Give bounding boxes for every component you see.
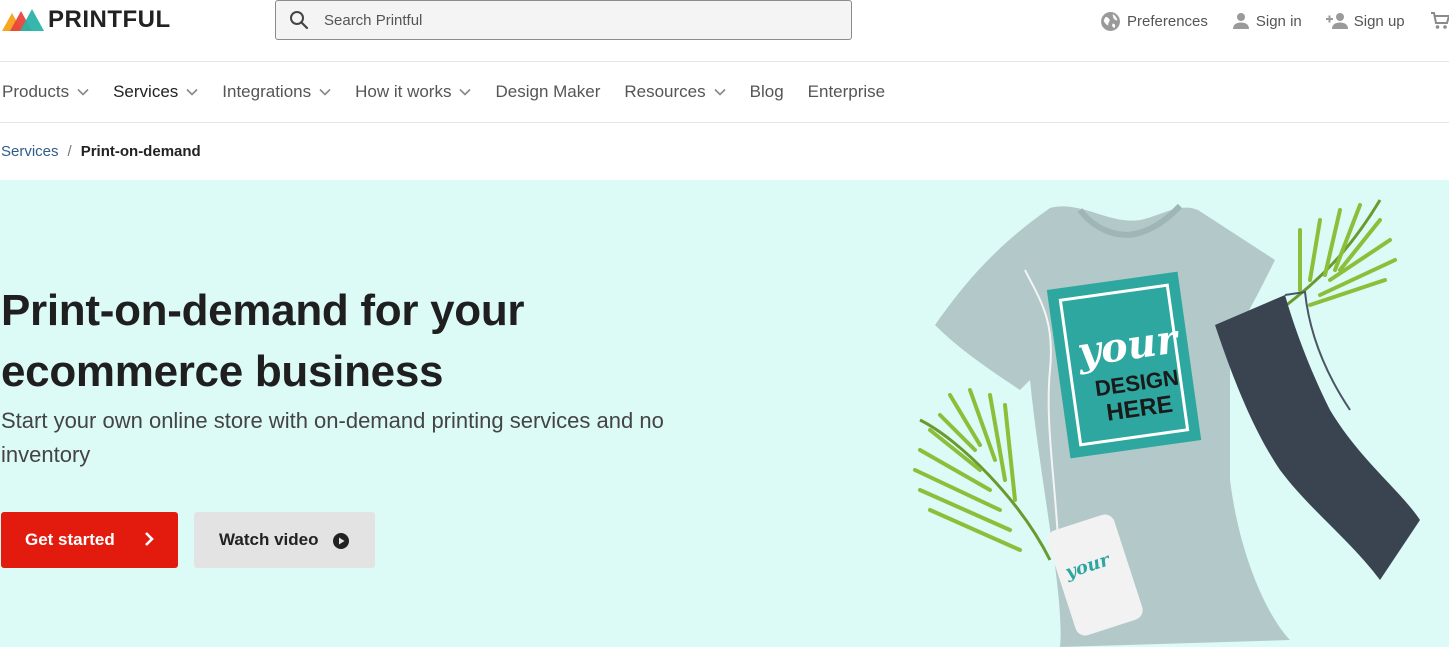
nav-item-services[interactable]: Services bbox=[113, 82, 198, 102]
sign-up-link[interactable]: Sign up bbox=[1325, 12, 1405, 30]
search-icon bbox=[290, 11, 309, 30]
breadcrumb: Services / Print-on-demand bbox=[1, 143, 201, 160]
chevron-down-icon bbox=[459, 88, 472, 96]
hero-section: Print-on-demand for your ecommerce busin… bbox=[0, 180, 1449, 647]
get-started-label: Get started bbox=[25, 530, 115, 549]
nav-label: How it works bbox=[355, 82, 452, 101]
preferences-label: Preferences bbox=[1127, 12, 1208, 30]
breadcrumb-separator: / bbox=[67, 143, 72, 160]
nav-label: Design Maker bbox=[495, 82, 601, 101]
get-started-button[interactable]: Get started bbox=[1, 512, 178, 568]
nav-label: Blog bbox=[749, 82, 784, 101]
search-input[interactable]: Search Printful bbox=[275, 0, 852, 40]
hero-title: Print-on-demand for your ecommerce busin… bbox=[1, 280, 701, 402]
search-placeholder: Search Printful bbox=[324, 11, 423, 29]
palm-leaf-left-icon bbox=[913, 388, 1052, 561]
chevron-down-icon bbox=[186, 88, 198, 96]
watch-video-button[interactable]: Watch video bbox=[194, 512, 375, 568]
nav-label: Services bbox=[113, 82, 179, 101]
nav-item-integrations[interactable]: Integrations bbox=[222, 82, 331, 102]
play-icon bbox=[333, 533, 349, 549]
hero-title-line1: Print-on-demand for your bbox=[1, 286, 525, 335]
logo-mark-icon bbox=[2, 9, 44, 31]
breadcrumb-current: Print-on-demand bbox=[80, 143, 201, 160]
chevron-right-icon bbox=[145, 532, 154, 546]
hero-product-image: your DESIGN HERE your bbox=[913, 199, 1420, 647]
nav-item-enterprise[interactable]: Enterprise bbox=[808, 82, 885, 102]
design-print: your DESIGN HERE bbox=[1046, 271, 1202, 459]
hero-subtitle: Start your own online store with on-dema… bbox=[1, 408, 664, 467]
watch-video-label: Watch video bbox=[219, 530, 319, 549]
sign-in-link[interactable]: Sign in bbox=[1232, 12, 1302, 30]
main-nav: Products Services Integrations How it wo… bbox=[0, 62, 1449, 123]
sign-up-label: Sign up bbox=[1353, 12, 1405, 30]
printful-logo[interactable]: PRINTFUL bbox=[2, 6, 171, 34]
nav-item-how-it-works[interactable]: How it works bbox=[355, 82, 472, 102]
preferences-link[interactable]: Preferences bbox=[1100, 11, 1208, 32]
nav-label: Enterprise bbox=[807, 82, 886, 101]
cart-icon bbox=[1431, 12, 1449, 29]
nav-item-design-maker[interactable]: Design Maker bbox=[495, 82, 600, 102]
nav-label: Resources bbox=[624, 82, 706, 101]
leggings-icon bbox=[1215, 290, 1420, 580]
chevron-down-icon bbox=[714, 88, 726, 96]
brand-name: PRINTFUL bbox=[48, 6, 171, 33]
account-links: Preferences Sign in Sign up bbox=[1100, 9, 1429, 33]
user-icon bbox=[1232, 13, 1249, 29]
cart-button[interactable] bbox=[1431, 12, 1449, 35]
breadcrumb-services-link[interactable]: Services bbox=[1, 143, 59, 160]
add-user-icon bbox=[1325, 13, 1348, 29]
top-bar: PRINTFUL Search Printful Preferences Sig… bbox=[0, 0, 1449, 62]
nav-item-blog[interactable]: Blog bbox=[750, 82, 784, 102]
globe-icon bbox=[1101, 11, 1120, 31]
nav-item-resources[interactable]: Resources bbox=[624, 82, 726, 102]
hero-title-line2: ecommerce business bbox=[1, 347, 444, 396]
nav-item-products[interactable]: Products bbox=[2, 82, 89, 102]
chevron-down-icon bbox=[319, 88, 331, 96]
chevron-down-icon bbox=[77, 88, 89, 96]
nav-label: Products bbox=[2, 82, 70, 101]
sign-in-label: Sign in bbox=[1255, 12, 1302, 30]
nav-label: Integrations bbox=[222, 82, 312, 101]
